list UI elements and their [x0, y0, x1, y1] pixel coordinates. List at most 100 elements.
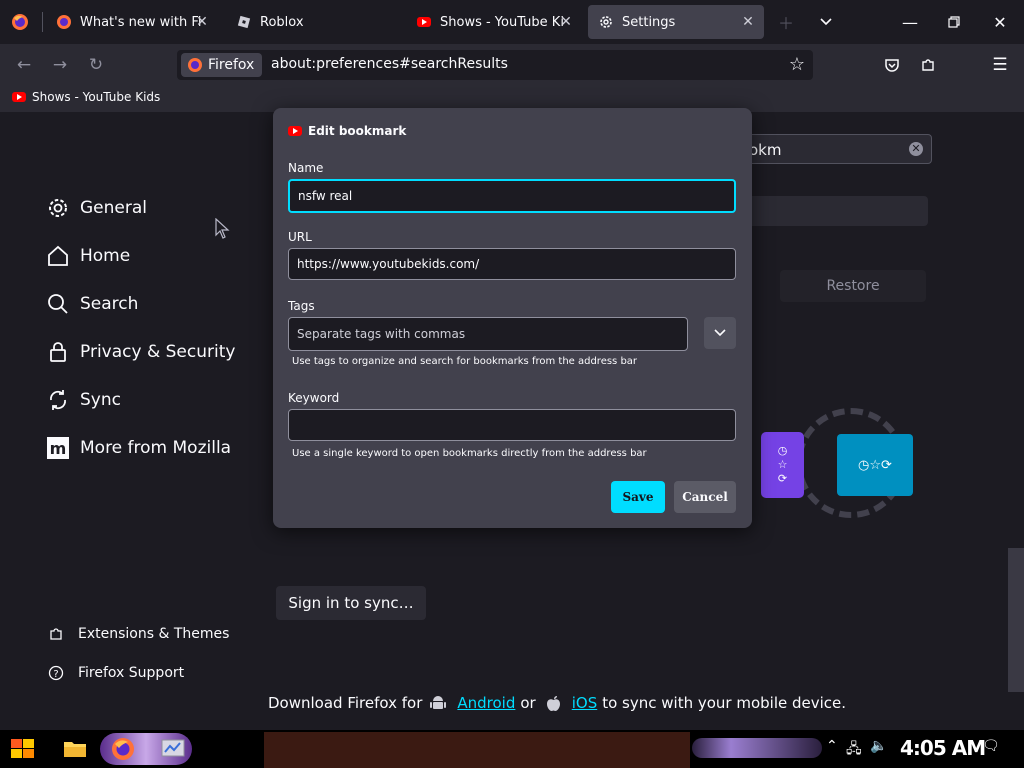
close-icon[interactable]: ✕	[194, 14, 210, 30]
tags-dropdown-button[interactable]	[704, 317, 736, 349]
pocket-button[interactable]	[880, 53, 904, 77]
bookmark-star-icon[interactable]: ☆	[789, 54, 805, 75]
app-menu-button[interactable]: ☰	[988, 53, 1012, 77]
name-field[interactable]	[288, 179, 736, 213]
new-tab-button[interactable]: ＋	[774, 10, 798, 34]
category-search[interactable]: Search	[46, 292, 138, 316]
download-suffix: to sync with your mobile device.	[602, 694, 847, 712]
tab-title: What's new with Firef	[80, 14, 202, 30]
arrow-right-icon: →	[52, 55, 68, 75]
gear-icon	[49, 199, 67, 217]
youtube-icon	[12, 92, 26, 102]
dialog-title-text: Edit bookmark	[308, 124, 407, 138]
category-more-from-mozilla[interactable]: m More from Mozilla	[46, 436, 231, 460]
sync-illustration-tablet: ◷ ☆ ⟳	[837, 434, 913, 496]
star-icon: ☆	[777, 458, 788, 471]
tags-field[interactable]	[288, 317, 688, 351]
extensions-themes-link[interactable]: Extensions & Themes	[48, 626, 229, 642]
page-scrollbar[interactable]	[1008, 548, 1024, 692]
close-window-button[interactable]: ✕	[988, 10, 1012, 34]
close-icon[interactable]: ✕	[558, 14, 574, 30]
keyword-label: Keyword	[288, 391, 340, 405]
sync-icon: ⟳	[777, 472, 788, 485]
close-icon[interactable]: ✕	[740, 14, 756, 30]
chevron-up-icon[interactable]: ⌃	[826, 738, 838, 754]
list-all-tabs-button[interactable]	[814, 10, 838, 34]
android-icon	[430, 696, 447, 709]
android-link[interactable]: Android	[457, 694, 515, 712]
arrow-left-icon: ←	[16, 55, 32, 75]
keyword-field[interactable]	[288, 409, 736, 441]
apple-icon	[546, 695, 560, 711]
cancel-button[interactable]: Cancel	[674, 481, 736, 513]
restore-button[interactable]: Restore	[780, 270, 926, 302]
gear-icon	[598, 14, 614, 30]
taskbar-clock[interactable]: 4:05 AM	[900, 736, 986, 760]
category-home[interactable]: Home	[46, 244, 130, 268]
save-button[interactable]: Save	[611, 481, 665, 513]
svg-text:?: ?	[53, 669, 58, 680]
category-general[interactable]: General	[46, 196, 147, 220]
tab-settings[interactable]: Settings ✕	[588, 5, 764, 39]
youtube-icon	[288, 126, 302, 136]
tab-separator	[42, 12, 43, 32]
bookmark-item[interactable]: Shows - YouTube Kids	[12, 90, 160, 104]
roblox-icon	[236, 14, 252, 30]
minimize-button[interactable]: —	[898, 10, 922, 34]
preferences-search-input[interactable]: okm ✕	[740, 134, 932, 164]
firefox-support-link[interactable]: ? Firefox Support	[48, 665, 184, 681]
pocket-icon	[885, 59, 899, 72]
footer-label: Extensions & Themes	[78, 626, 230, 642]
reload-button[interactable]: ↻	[84, 53, 108, 77]
plus-icon: ＋	[777, 14, 794, 33]
url-field[interactable]	[288, 248, 736, 280]
sync-illustration-phone: ◷ ☆ ⟳	[761, 432, 804, 498]
category-label: General	[80, 198, 147, 218]
download-prefix: Download Firefox for	[268, 694, 423, 712]
forward-button[interactable]: →	[48, 53, 72, 77]
category-privacy[interactable]: Privacy & Security	[46, 340, 235, 364]
category-sync[interactable]: Sync	[46, 388, 121, 412]
url-label: URL	[288, 230, 312, 244]
firefox-icon	[12, 14, 28, 30]
ios-link[interactable]: iOS	[572, 694, 598, 712]
sync-icon	[50, 390, 66, 410]
control-panel-icon	[161, 739, 185, 757]
identity-box[interactable]: Firefox	[181, 53, 263, 77]
tags-hint: Use tags to organize and search for book…	[292, 356, 638, 367]
tab-title: Shows - YouTube Kids	[440, 14, 564, 30]
firefox-taskbar-button[interactable]	[106, 733, 140, 765]
volume-icon[interactable]: 🔈	[870, 738, 887, 754]
tab-strip: What's new with Firef ✕ Roblox Shows - Y…	[0, 0, 1024, 44]
restore-window-button[interactable]	[942, 10, 966, 34]
extensions-button[interactable]	[916, 53, 940, 77]
firefox-icon	[56, 14, 72, 30]
edit-bookmark-dialog: Edit bookmark Name URL Tags Use tags to …	[273, 108, 752, 528]
youtube-icon	[416, 14, 432, 30]
search-results-header	[740, 196, 928, 226]
tab-title: Settings	[622, 14, 676, 30]
control-panel-button[interactable]	[156, 733, 190, 765]
url-bar[interactable]: Firefox about:preferences#searchResults …	[177, 50, 813, 80]
back-button[interactable]: ←	[12, 53, 36, 77]
category-label: Search	[80, 294, 139, 314]
navigation-toolbar: ← → ↻ Firefox about:preferences#searchRe…	[0, 44, 1024, 86]
home-icon	[48, 245, 68, 266]
sign-in-to-sync-button[interactable]: Sign in to sync…	[276, 586, 426, 620]
file-explorer-button[interactable]	[58, 733, 92, 765]
url-text[interactable]: about:preferences#searchResults	[271, 56, 508, 72]
lock-icon	[50, 342, 66, 362]
start-button[interactable]	[6, 733, 40, 765]
network-icon[interactable]: 🖧	[846, 738, 862, 762]
tab-roblox[interactable]: Roblox	[226, 5, 406, 39]
tab-title: Roblox	[260, 14, 304, 30]
close-icon: ✕	[993, 12, 1007, 32]
clear-search-icon[interactable]: ✕	[909, 142, 923, 156]
download-firefox-line: Download Firefox for Android or iOS to s…	[268, 694, 846, 712]
notification-icon[interactable]: 🗨	[982, 738, 1000, 754]
firefox-view-button[interactable]	[10, 12, 30, 32]
tab-youtube-kids[interactable]: Shows - YouTube Kids ✕	[406, 5, 582, 39]
category-label: Sync	[80, 390, 121, 410]
category-label: Home	[80, 246, 131, 266]
tab-whats-new[interactable]: What's new with Firef ✕	[46, 5, 218, 39]
